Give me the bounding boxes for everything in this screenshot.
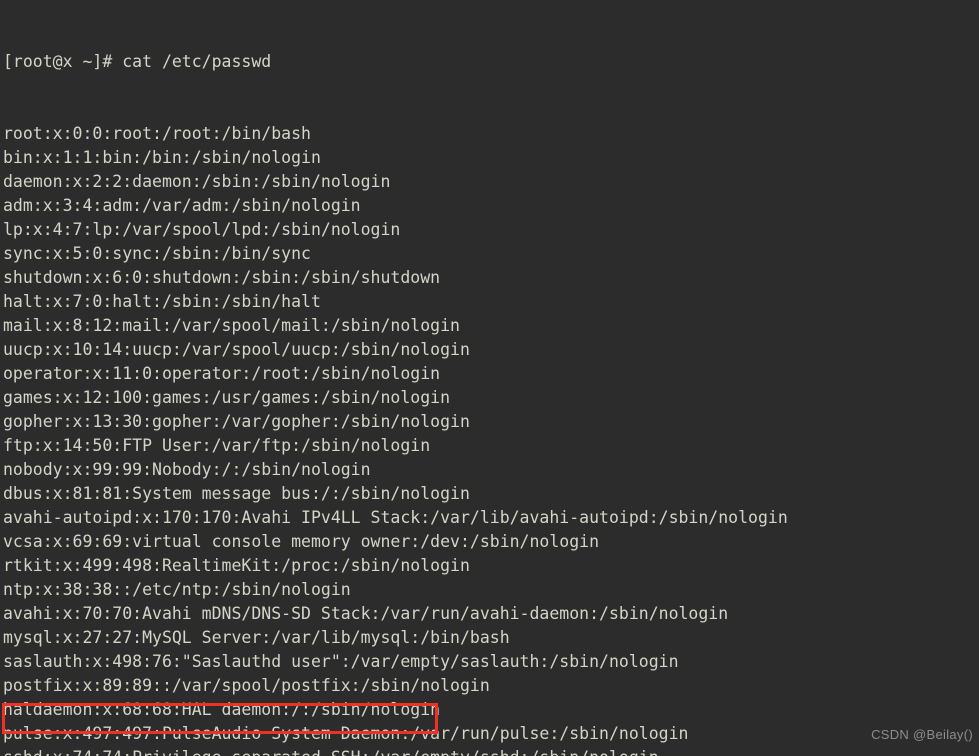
passwd-entry-line: adm:x:3:4:adm:/var/adm:/sbin/nologin: [3, 196, 361, 215]
terminal-window[interactable]: [root@x ~]# cat /etc/passwd root:x:0:0:r…: [0, 0, 979, 756]
watermark-label: CSDN @Beilay(): [871, 727, 973, 742]
passwd-entry-line: halt:x:7:0:halt:/sbin:/sbin/halt: [3, 292, 321, 311]
passwd-entry-line: uucp:x:10:14:uucp:/var/spool/uucp:/sbin/…: [3, 340, 470, 359]
passwd-entry-line: sync:x:5:0:sync:/sbin:/bin/sync: [3, 244, 311, 263]
passwd-entry-line: ntp:x:38:38::/etc/ntp:/sbin/nologin: [3, 580, 351, 599]
passwd-entry-line: lp:x:4:7:lp:/var/spool/lpd:/sbin/nologin: [3, 220, 401, 239]
passwd-entry-line: games:x:12:100:games:/usr/games:/sbin/no…: [3, 388, 451, 407]
passwd-entry-line: postfix:x:89:89::/var/spool/postfix:/sbi…: [3, 676, 490, 695]
passwd-entry-line: saslauth:x:498:76:"Saslauthd user":/var/…: [3, 652, 679, 671]
passwd-entry-line: rtkit:x:499:498:RealtimeKit:/proc:/sbin/…: [3, 556, 470, 575]
passwd-entry-line: avahi-autoipd:x:170:170:Avahi IPv4LL Sta…: [3, 508, 788, 527]
passwd-entry-line: dbus:x:81:81:System message bus:/:/sbin/…: [3, 484, 470, 503]
passwd-entry-line: ftp:x:14:50:FTP User:/var/ftp:/sbin/nolo…: [3, 436, 431, 455]
passwd-entry-line: vcsa:x:69:69:virtual console memory owne…: [3, 532, 600, 551]
passwd-entry-line: mail:x:8:12:mail:/var/spool/mail:/sbin/n…: [3, 316, 460, 335]
passwd-entry-line: haldaemon:x:68:68:HAL daemon:/:/sbin/nol…: [3, 700, 441, 719]
passwd-entry-line: operator:x:11:0:operator:/root:/sbin/nol…: [3, 364, 441, 383]
passwd-entry-line: pulse:x:497:497:PulseAudio System Daemon…: [3, 724, 689, 743]
passwd-entry-line: gopher:x:13:30:gopher:/var/gopher:/sbin/…: [3, 412, 470, 431]
passwd-entry-line: avahi:x:70:70:Avahi mDNS/DNS-SD Stack:/v…: [3, 604, 729, 623]
passwd-entry-line: root:x:0:0:root:/root:/bin/bash: [3, 124, 311, 143]
passwd-entry-line: sshd:x:74:74:Privilege-separated SSH:/va…: [3, 746, 979, 756]
passwd-entry-line: daemon:x:2:2:daemon:/sbin:/sbin/nologin: [3, 172, 391, 191]
passwd-entry-line: bin:x:1:1:bin:/bin:/sbin/nologin: [3, 148, 321, 167]
passwd-entry-line: shutdown:x:6:0:shutdown:/sbin:/sbin/shut…: [3, 268, 441, 287]
command-line: [root@x ~]# cat /etc/passwd: [3, 52, 272, 71]
passwd-file-output: root:x:0:0:root:/root:/bin/bash bin:x:1:1…: [3, 122, 979, 756]
terminal-output-area: [root@x ~]# cat /etc/passwd root:x:0:0:r…: [3, 2, 979, 756]
passwd-entry-line: mysql:x:27:27:MySQL Server:/var/lib/mysq…: [3, 628, 510, 647]
passwd-entry-line: nobody:x:99:99:Nobody:/:/sbin/nologin: [3, 460, 371, 479]
